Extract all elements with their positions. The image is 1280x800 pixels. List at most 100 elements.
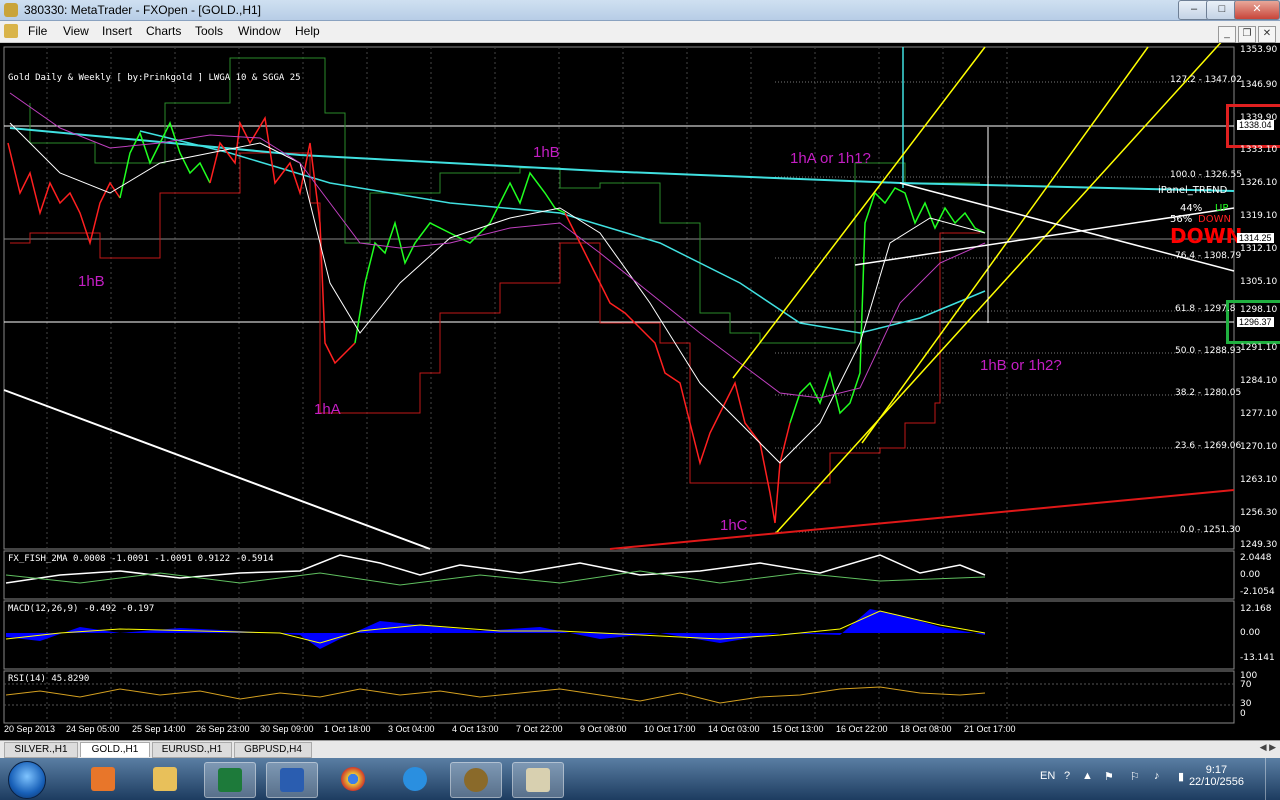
price-axis-label: 1312.10 — [1240, 244, 1278, 254]
tray-clock[interactable]: 9:17 22/10/2556 — [1189, 764, 1244, 788]
chrome-icon — [341, 767, 365, 791]
taskbar-word[interactable] — [266, 762, 318, 798]
clock-date: 22/10/2556 — [1188, 776, 1244, 788]
price-axis-label: 1326.10 — [1240, 178, 1278, 188]
price-axis-label: 1284.10 — [1240, 376, 1278, 386]
rsi-info: RSI(14) 45.8290 — [8, 674, 90, 684]
ie-icon — [403, 767, 427, 791]
clock-time: 9:17 — [1205, 764, 1228, 776]
title-bar: 380330: MetaTrader - FXOpen - [GOLD.,H1]… — [0, 0, 1280, 21]
price-axis-label: 1277.10 — [1240, 409, 1278, 419]
fib-level-100: 100.0 - 1326.55 — [1170, 170, 1242, 180]
tray-expand-icon[interactable]: ⚑ — [1104, 770, 1114, 783]
price-axis-label: 1319.10 — [1240, 211, 1278, 221]
date-axis-label: 24 Sep 05:00 — [66, 724, 120, 734]
annotation-1hA: 1hA — [314, 401, 341, 418]
taskbar-media-player[interactable] — [78, 762, 128, 796]
date-axis-label: 3 Oct 04:00 — [388, 724, 435, 734]
word-icon — [280, 768, 304, 792]
menu-view[interactable]: View — [63, 24, 89, 38]
close-button[interactable]: ✕ — [1234, 0, 1280, 20]
tab-gold-h1[interactable]: GOLD.,H1 — [80, 742, 150, 757]
taskbar-metatrader[interactable] — [450, 762, 502, 798]
taskbar-paint[interactable] — [512, 762, 564, 798]
price-axis-label: 1305.10 — [1240, 277, 1278, 287]
network-icon[interactable]: ▲ — [1082, 770, 1093, 782]
taskbar-chrome[interactable] — [328, 762, 378, 796]
price-current: 1314.25 — [1237, 233, 1274, 243]
tab-gbpusd-h4[interactable]: GBPUSD,H4 — [234, 742, 312, 758]
price-highlight-top: 1338.04 — [1237, 120, 1274, 130]
menu-window[interactable]: Window — [238, 24, 281, 38]
excel-icon — [218, 768, 242, 792]
mdi-close-button[interactable]: ✕ — [1258, 26, 1276, 43]
macd-axis-label: 0.00 — [1240, 628, 1261, 638]
volume-icon[interactable]: ♪ — [1154, 770, 1160, 782]
date-axis-label: 15 Oct 13:00 — [772, 724, 824, 734]
price-axis-label: 1249.30 — [1240, 540, 1278, 550]
chart-area[interactable]: Gold Daily & Weekly [ by:Prinkgold ] LWG… — [0, 43, 1280, 740]
metatrader-icon — [464, 768, 488, 792]
price-axis-label: 1346.90 — [1240, 80, 1278, 90]
price-axis-label: 1256.30 — [1240, 508, 1278, 518]
fib-level-50: 50.0 - 1288.93 — [1175, 346, 1242, 356]
tab-eurusd-h1[interactable]: EURUSD.,H1 — [152, 742, 232, 758]
fib-level-76: 76.4 - 1308.79 — [1175, 251, 1242, 261]
language-indicator[interactable]: EN — [1040, 770, 1055, 782]
ipanel-big-down: DOWN — [1170, 224, 1243, 248]
menu-help[interactable]: Help — [295, 24, 320, 38]
price-highlight-bottom: 1296.37 — [1237, 317, 1274, 327]
menu-bar: File View Insert Charts Tools Window Hel… — [0, 21, 1280, 43]
mdi-restore-button[interactable]: ❐ — [1238, 26, 1256, 43]
macd-info: MACD(12,26,9) -0.492 -0.197 — [8, 604, 155, 614]
date-axis-label: 1 Oct 18:00 — [324, 724, 371, 734]
help-icon[interactable]: ? — [1064, 770, 1070, 782]
chart-window-icon[interactable] — [4, 24, 18, 38]
date-axis-label: 10 Oct 17:00 — [644, 724, 696, 734]
taskbar: EN ? ▲ ⚑ ⚐ ♪ ▮ 9:17 22/10/2556 — [0, 758, 1280, 800]
price-axis-label: 1263.10 — [1240, 475, 1278, 485]
action-center-icon[interactable]: ⚐ — [1130, 770, 1140, 783]
ipanel-name: iPanel_TREND — [1158, 185, 1228, 196]
date-axis-label: 21 Oct 17:00 — [964, 724, 1016, 734]
menu-insert[interactable]: Insert — [102, 24, 132, 38]
ipanel-up-label: UP — [1215, 203, 1229, 214]
date-axis-label: 16 Oct 22:00 — [836, 724, 888, 734]
chart-tab-bar: SILVER.,H1 GOLD.,H1 EURUSD.,H1 GBPUSD,H4… — [0, 740, 1280, 758]
date-axis-label: 26 Sep 23:00 — [196, 724, 250, 734]
date-axis-label: 20 Sep 2013 — [4, 724, 56, 734]
tab-scroll-arrows[interactable]: ◀ ▶ — [1260, 742, 1276, 753]
fib-level-61: 61.8 - 1297.8 — [1175, 304, 1236, 314]
fisher-axis-label: -2.1054 — [1240, 587, 1275, 597]
mdi-minimize-button[interactable]: _ — [1218, 26, 1236, 43]
annotation-1hC: 1hC — [720, 517, 748, 534]
price-chart[interactable] — [0, 43, 1280, 740]
tab-silver-h1[interactable]: SILVER.,H1 — [4, 742, 78, 758]
taskbar-ie[interactable] — [390, 762, 440, 796]
annotation-1hB-left: 1hB — [78, 273, 105, 290]
menu-charts[interactable]: Charts — [146, 24, 181, 38]
fisher-axis-label: 0.00 — [1240, 570, 1261, 580]
rsi-axis-label: 0 — [1240, 709, 1246, 719]
macd-axis-label: 12.168 — [1240, 604, 1272, 614]
show-desktop-button[interactable] — [1265, 758, 1280, 800]
paint-icon — [526, 768, 550, 792]
fib-level-0: 0.0 - 1251.30 — [1180, 525, 1241, 535]
taskbar-excel[interactable] — [204, 762, 256, 798]
menu-file[interactable]: File — [28, 24, 47, 38]
date-axis-label: 14 Oct 03:00 — [708, 724, 760, 734]
ipanel-up-pct: 44% — [1180, 203, 1203, 214]
date-axis-label: 4 Oct 13:00 — [452, 724, 499, 734]
menu-tools[interactable]: Tools — [195, 24, 223, 38]
file-manager-icon — [153, 767, 177, 791]
fisher-info: FX_FISH_2MA 0.0008 -1.0091 -1.0091 0.912… — [8, 554, 274, 564]
taskbar-file-manager[interactable] — [140, 762, 190, 796]
indicator-info-line: Gold Daily & Weekly [ by:Prinkgold ] LWG… — [8, 73, 301, 83]
window-title: 380330: MetaTrader - FXOpen - [GOLD.,H1] — [24, 3, 261, 17]
start-button[interactable] — [8, 761, 46, 799]
fib-level-127: 127.2 - 1347.02 — [1170, 75, 1242, 85]
network-status-icon[interactable]: ▮ — [1178, 770, 1184, 783]
date-axis-label: 25 Sep 14:00 — [132, 724, 186, 734]
date-axis-label: 30 Sep 09:00 — [260, 724, 314, 734]
price-axis-label: 1298.10 — [1240, 305, 1278, 315]
